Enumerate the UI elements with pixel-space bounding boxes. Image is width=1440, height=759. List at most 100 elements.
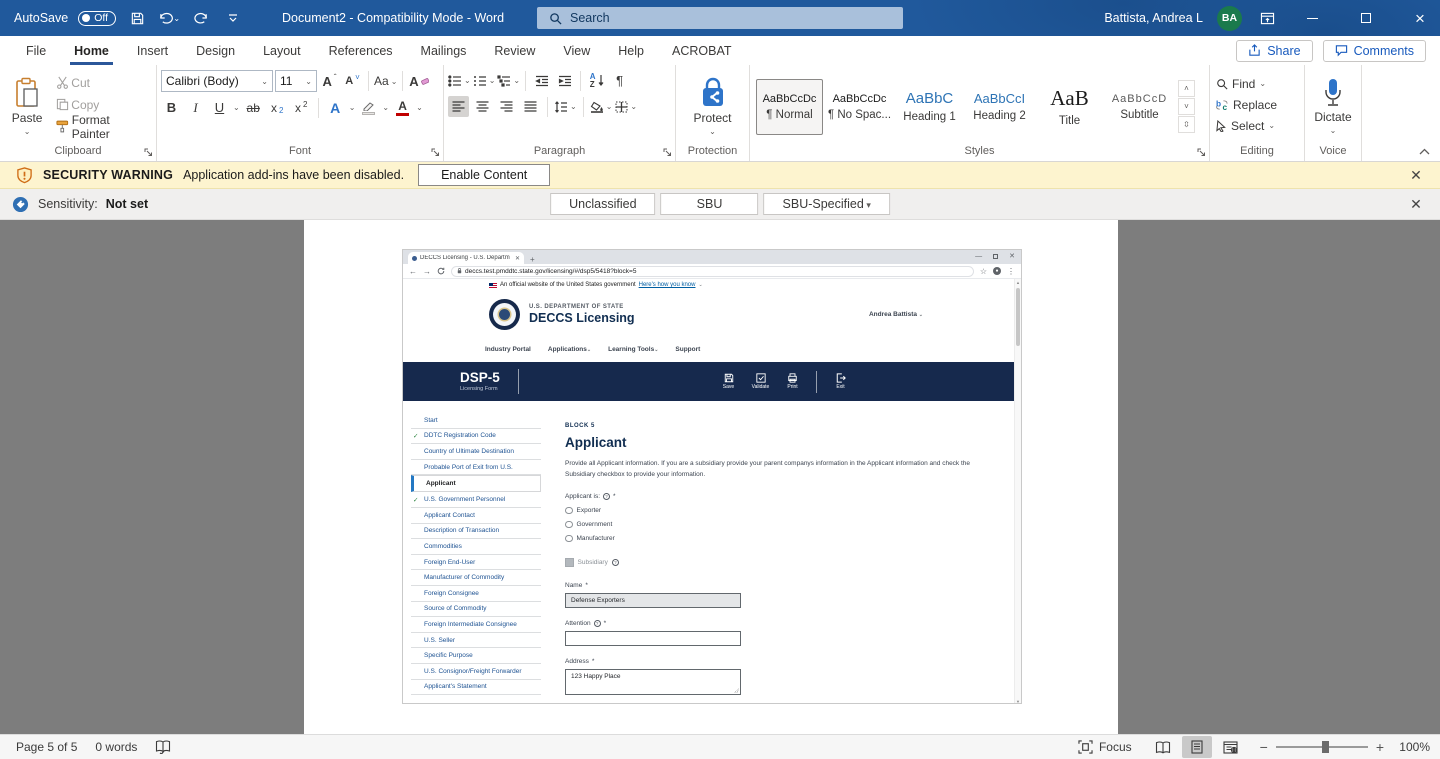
ribbon-tab[interactable]: References bbox=[315, 36, 407, 65]
style-card[interactable]: AaBbC Heading 1 bbox=[896, 79, 963, 135]
ribbon-tab[interactable]: Layout bbox=[249, 36, 315, 65]
collapse-ribbon-icon[interactable] bbox=[1419, 148, 1430, 155]
page-indicator[interactable]: Page 5 of 5 bbox=[16, 740, 77, 754]
sensitivity-option-button[interactable]: SBU-Specified bbox=[764, 193, 890, 215]
select-button[interactable]: Select⌄ bbox=[1214, 115, 1300, 136]
italic-button[interactable]: I bbox=[185, 97, 206, 118]
protect-dropdown-icon[interactable]: ⌄ bbox=[709, 127, 716, 136]
text-effects-dropdown-icon[interactable]: ⌄ bbox=[349, 103, 356, 112]
font-size-select[interactable]: 11⌄ bbox=[275, 70, 317, 92]
user-name[interactable]: Battista, Andrea L bbox=[1104, 11, 1203, 25]
minimize-button[interactable] bbox=[1292, 0, 1332, 36]
ribbon-tab[interactable]: Help bbox=[604, 36, 658, 65]
ribbon-display-options-icon[interactable] bbox=[1256, 7, 1278, 29]
enable-content-button[interactable]: Enable Content bbox=[418, 164, 550, 186]
styles-dialog-launcher[interactable] bbox=[1197, 148, 1206, 157]
document-canvas[interactable]: DECCS Licensing - U.S. Departm ✕ + — ✕ ←… bbox=[0, 220, 1440, 734]
style-card[interactable]: AaBbCcI Heading 2 bbox=[966, 79, 1033, 135]
find-button[interactable]: Find⌄ bbox=[1214, 73, 1300, 94]
autosave-toggle[interactable]: Off bbox=[78, 11, 116, 26]
paragraph-dialog-launcher[interactable] bbox=[663, 148, 672, 157]
zoom-slider[interactable] bbox=[1276, 746, 1368, 748]
close-button[interactable]: × bbox=[1400, 0, 1440, 36]
zoom-out-icon[interactable]: − bbox=[1260, 739, 1268, 755]
sensitivity-option-button[interactable]: Unclassified bbox=[550, 193, 655, 215]
subscript-button[interactable]: x2 bbox=[267, 97, 288, 118]
ribbon-tab[interactable]: Review bbox=[480, 36, 549, 65]
decrease-indent-button[interactable] bbox=[531, 70, 552, 91]
zoom-level[interactable]: 100% bbox=[1392, 740, 1430, 754]
sensitivity-bar-close-icon[interactable]: ✕ bbox=[1402, 189, 1430, 219]
increase-indent-button[interactable] bbox=[554, 70, 575, 91]
multilevel-list-button[interactable]: ⌄ bbox=[497, 70, 520, 91]
bold-button[interactable]: B bbox=[161, 97, 182, 118]
document-page[interactable]: DECCS Licensing - U.S. Departm ✕ + — ✕ ←… bbox=[304, 220, 1118, 734]
comments-button[interactable]: Comments bbox=[1323, 40, 1426, 62]
ribbon-tab[interactable]: ACROBAT bbox=[658, 36, 746, 65]
search-box[interactable]: Search bbox=[537, 7, 903, 29]
highlight-button[interactable] bbox=[358, 97, 379, 118]
zoom-slider-thumb[interactable] bbox=[1322, 741, 1329, 753]
justify-button[interactable] bbox=[520, 96, 541, 117]
ribbon-tab[interactable]: Design bbox=[182, 36, 249, 65]
print-layout-button[interactable] bbox=[1182, 736, 1212, 758]
grow-font-button[interactable]: Aˆ bbox=[319, 71, 340, 92]
undo-icon[interactable]: ⌄ bbox=[158, 7, 180, 29]
replace-button[interactable]: bc Replace bbox=[1214, 94, 1300, 115]
avatar[interactable]: BA bbox=[1217, 6, 1242, 31]
qat-customize-icon[interactable] bbox=[222, 7, 244, 29]
font-color-button[interactable]: A bbox=[392, 97, 413, 118]
dictate-button[interactable]: Dictate ⌄ bbox=[1309, 70, 1357, 143]
word-count[interactable]: 0 words bbox=[95, 740, 137, 754]
save-icon[interactable] bbox=[126, 7, 148, 29]
ribbon-tab[interactable]: View bbox=[549, 36, 604, 65]
focus-button[interactable]: Focus bbox=[1078, 740, 1132, 754]
web-layout-button[interactable] bbox=[1216, 736, 1246, 758]
style-card[interactable]: AaBbCcDc ¶ Normal bbox=[756, 79, 823, 135]
clear-formatting-button[interactable]: A bbox=[408, 71, 429, 92]
paste-dropdown-icon[interactable]: ⌄ bbox=[24, 127, 31, 136]
borders-button[interactable]: ⌄ bbox=[615, 96, 637, 117]
style-card[interactable]: AaBbCcD Subtitle bbox=[1106, 79, 1173, 135]
ribbon-tab[interactable]: Home bbox=[60, 36, 123, 65]
format-painter-button[interactable]: Format Painter bbox=[52, 116, 152, 137]
superscript-button[interactable]: x2 bbox=[291, 97, 312, 118]
bullets-button[interactable]: ⌄ bbox=[448, 70, 471, 91]
strikethrough-button[interactable]: ab bbox=[243, 97, 264, 118]
read-mode-button[interactable] bbox=[1148, 736, 1178, 758]
font-dialog-launcher[interactable] bbox=[431, 148, 440, 157]
ribbon-tab[interactable]: Insert bbox=[123, 36, 182, 65]
proofing-icon[interactable] bbox=[155, 740, 171, 754]
shrink-font-button[interactable]: A˅ bbox=[342, 71, 363, 92]
styles-scroll-down-icon[interactable]: ˅ bbox=[1178, 98, 1195, 115]
style-card[interactable]: AaB Title bbox=[1036, 79, 1103, 135]
protect-button[interactable]: Protect ⌄ bbox=[680, 70, 745, 143]
align-left-button[interactable] bbox=[448, 96, 469, 117]
paste-button[interactable]: Paste ⌄ bbox=[4, 70, 50, 143]
zoom-in-icon[interactable]: + bbox=[1376, 739, 1384, 755]
underline-dropdown-icon[interactable]: ⌄ bbox=[233, 103, 240, 112]
cut-button[interactable]: Cut bbox=[52, 72, 152, 93]
highlight-dropdown-icon[interactable]: ⌄ bbox=[382, 103, 389, 112]
redo-icon[interactable] bbox=[190, 7, 212, 29]
numbering-button[interactable]: ⌄ bbox=[473, 70, 496, 91]
change-case-button[interactable]: Aa⌄ bbox=[374, 71, 397, 92]
font-name-select[interactable]: Calibri (Body)⌄ bbox=[161, 70, 273, 92]
shading-button[interactable]: ⌄ bbox=[590, 96, 613, 117]
ribbon-tab[interactable]: Mailings bbox=[407, 36, 481, 65]
maximize-button[interactable] bbox=[1346, 0, 1386, 36]
align-center-button[interactable] bbox=[472, 96, 493, 117]
ribbon-tab[interactable]: File bbox=[12, 36, 60, 65]
underline-button[interactable]: U bbox=[209, 97, 230, 118]
align-right-button[interactable] bbox=[496, 96, 517, 117]
share-button[interactable]: Share bbox=[1236, 40, 1312, 62]
security-bar-close-icon[interactable]: ✕ bbox=[1402, 162, 1430, 188]
style-card[interactable]: AaBbCcDc ¶ No Spac... bbox=[826, 79, 893, 135]
sensitivity-option-button[interactable]: SBU bbox=[661, 193, 759, 215]
font-color-dropdown-icon[interactable]: ⌄ bbox=[416, 103, 423, 112]
dictate-dropdown-icon[interactable]: ⌄ bbox=[1330, 126, 1337, 135]
line-spacing-button[interactable]: ⌄ bbox=[554, 96, 577, 117]
styles-scroll-up-icon[interactable]: ˄ bbox=[1178, 80, 1195, 97]
show-hide-marks-button[interactable]: ¶ bbox=[609, 70, 630, 91]
styles-gallery-more-icon[interactable]: ⇳ bbox=[1178, 116, 1195, 133]
